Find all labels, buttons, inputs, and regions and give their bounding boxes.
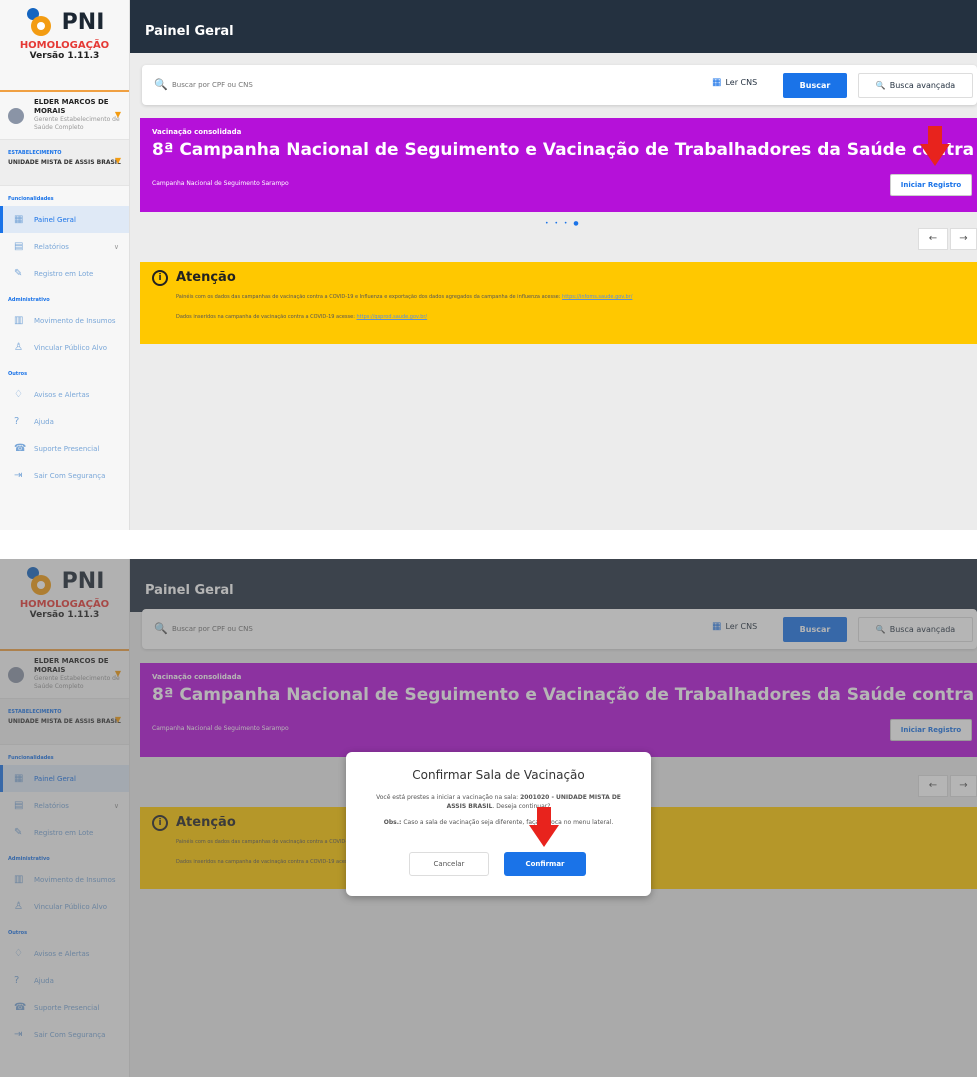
dialog-obs-text: Caso a sala de vacinação seja diferente,… bbox=[403, 819, 614, 826]
banner-subtitle: Campanha Nacional de Seguimento Sarampo bbox=[152, 180, 289, 187]
attention-alert: i Atenção Painéis com os dados das campa… bbox=[140, 262, 977, 344]
carousel-next-button[interactable]: → bbox=[950, 228, 977, 250]
alert-line-2-text: Dados inseridos na campanha de vacinação… bbox=[176, 314, 355, 320]
section-admin: Administrativo bbox=[8, 297, 50, 303]
brand-name: PNI bbox=[61, 9, 105, 35]
info-icon: i bbox=[152, 270, 168, 286]
search-bar: 🔍 ▦Ler CNS Buscar 🔍Busca avançada bbox=[142, 65, 977, 105]
alert-line-2: Dados inseridos na campanha de vacinação… bbox=[176, 314, 427, 320]
red-arrow-annotation-icon bbox=[920, 126, 950, 166]
alert-link-2[interactable]: https://qsprod.saude.gov.br/ bbox=[356, 314, 427, 320]
supplies-icon: ▥ bbox=[14, 315, 24, 326]
chevron-down-icon[interactable]: ▼ bbox=[115, 110, 121, 119]
search-input[interactable] bbox=[172, 77, 692, 93]
sidebar-item-label: Relatórios bbox=[34, 242, 69, 251]
screenshot-confirm-modal: PNI HOMOLOGAÇÃO Versão 1.11.3 ELDER MARC… bbox=[0, 559, 977, 1077]
logout-icon: ⇥ bbox=[14, 470, 23, 481]
carousel-prev-button[interactable]: ← bbox=[918, 228, 948, 250]
sidebar-item-registro-lote[interactable]: ✎ Registro em Lote bbox=[0, 260, 129, 287]
chevron-down-icon[interactable]: ▼ bbox=[115, 156, 121, 165]
version-label: Versão 1.11.3 bbox=[29, 51, 100, 61]
buscar-button[interactable]: Buscar bbox=[783, 73, 847, 98]
banner-title: 8ª Campanha Nacional de Seguimento e Vac… bbox=[152, 140, 977, 160]
sidebar-item-avisos[interactable]: ♢ Avisos e Alertas bbox=[0, 381, 129, 408]
page-title: Painel Geral bbox=[145, 24, 234, 39]
search-icon: 🔍 bbox=[875, 81, 886, 90]
cancel-button[interactable]: Cancelar bbox=[409, 852, 489, 876]
sidebar-item-label: Vincular Público Alvo bbox=[34, 343, 108, 352]
search-icon: 🔍 bbox=[154, 78, 168, 91]
dialog-obs: Obs.: Caso a sala de vacinação seja dife… bbox=[358, 819, 639, 826]
section-others: Outros bbox=[8, 371, 28, 377]
busca-avancada-button[interactable]: 🔍 Busca avançada bbox=[858, 73, 973, 98]
section-functionalities: Funcionalidades bbox=[8, 196, 54, 202]
sidebar: PNI HOMOLOGAÇÃO Versão 1.11.3 ELDER MARC… bbox=[0, 0, 130, 530]
screenshot-dashboard: PNI HOMOLOGAÇÃO Versão 1.11.3 ELDER MARC… bbox=[0, 0, 977, 530]
establishment-value: UNIDADE MISTA DE ASSIS BRASIL bbox=[8, 159, 121, 166]
sidebar-item-label: Avisos e Alertas bbox=[34, 390, 90, 399]
dialog-obs-label: Obs.: bbox=[383, 819, 402, 826]
ler-cns-button[interactable]: ▦ Ler CNS bbox=[712, 77, 757, 88]
confirm-room-dialog: Confirmar Sala de Vacinação Você está pr… bbox=[346, 752, 651, 896]
dialog-body: Você está prestes a iniciar a vacinação … bbox=[376, 794, 621, 810]
alert-title: Atenção bbox=[176, 270, 236, 285]
top-bar: Painel Geral bbox=[130, 0, 977, 53]
sidebar-item-label: Ajuda bbox=[34, 417, 54, 426]
logo: PNI HOMOLOGAÇÃO Versão 1.11.3 bbox=[0, 0, 129, 92]
sidebar-item-label: Sair Com Segurança bbox=[34, 471, 106, 480]
sidebar-item-label: Suporte Presencial bbox=[34, 444, 100, 453]
reports-icon: ▤ bbox=[14, 241, 24, 252]
person-icon: ♙ bbox=[14, 342, 23, 353]
ler-cns-label: Ler CNS bbox=[725, 78, 758, 87]
red-arrow-annotation-icon bbox=[529, 807, 559, 847]
support-icon: ☎ bbox=[14, 443, 27, 454]
qr-code-icon: ▦ bbox=[712, 77, 722, 88]
iniciar-registro-button[interactable]: Iniciar Registro bbox=[890, 174, 972, 196]
sidebar-item-movimento-insumos[interactable]: ▥ Movimento de Insumos bbox=[0, 307, 129, 334]
sidebar-item-vincular-publico[interactable]: ♙ Vincular Público Alvo bbox=[0, 334, 129, 361]
sidebar-item-suporte[interactable]: ☎ Suporte Presencial bbox=[0, 435, 129, 462]
dialog-body-prefix: Você está prestes a iniciar a vacinação … bbox=[376, 794, 519, 801]
alert-link-1[interactable]: https://infoms.saude.gov.br/ bbox=[562, 294, 632, 300]
dashboard-icon: ▦ bbox=[14, 214, 24, 225]
sidebar-item-painel-geral[interactable]: ▦ Painel Geral bbox=[0, 206, 129, 233]
establishment-selector[interactable]: ESTABELECIMENTO UNIDADE MISTA DE ASSIS B… bbox=[0, 140, 129, 186]
sidebar-item-label: Painel Geral bbox=[34, 215, 76, 224]
confirm-button[interactable]: Confirmar bbox=[504, 852, 586, 876]
busca-avancada-label: Busca avançada bbox=[889, 81, 956, 90]
sidebar-item-label: Registro em Lote bbox=[34, 269, 94, 278]
establishment-label: ESTABELECIMENTO bbox=[8, 150, 62, 156]
sidebar-item-ajuda[interactable]: ? Ajuda bbox=[0, 408, 129, 435]
pni-logo-icon bbox=[25, 8, 53, 36]
user-selector[interactable]: ELDER MARCOS DE MORAIS Gerente Estabelec… bbox=[0, 92, 129, 140]
user-role: Gerente Estabelecimento de Saúde Complet… bbox=[34, 116, 120, 131]
user-name: ELDER MARCOS DE MORAIS bbox=[34, 98, 109, 115]
alert-line-1: Painéis com os dados das campanhas de va… bbox=[176, 294, 632, 300]
sidebar-item-relatorios[interactable]: ▤ Relatórios ∨ bbox=[0, 233, 129, 260]
carousel-dots[interactable]: • • • ● bbox=[545, 220, 581, 227]
dialog-title: Confirmar Sala de Vacinação bbox=[412, 768, 585, 782]
batch-icon: ✎ bbox=[14, 268, 23, 279]
sidebar-item-sair[interactable]: ⇥ Sair Com Segurança bbox=[0, 462, 129, 489]
avatar bbox=[8, 108, 24, 124]
help-icon: ? bbox=[14, 416, 20, 427]
sidebar-item-label: Movimento de Insumos bbox=[34, 316, 116, 325]
alert-line-1-text: Painéis com os dados das campanhas de va… bbox=[176, 294, 561, 300]
bell-icon: ♢ bbox=[14, 389, 23, 400]
environment-label: HOMOLOGAÇÃO bbox=[19, 40, 110, 51]
chevron-down-icon: ∨ bbox=[113, 242, 119, 251]
campaign-banner: Vacinação consolidada 8ª Campanha Nacion… bbox=[140, 118, 977, 212]
banner-tag: Vacinação consolidada bbox=[152, 128, 242, 136]
